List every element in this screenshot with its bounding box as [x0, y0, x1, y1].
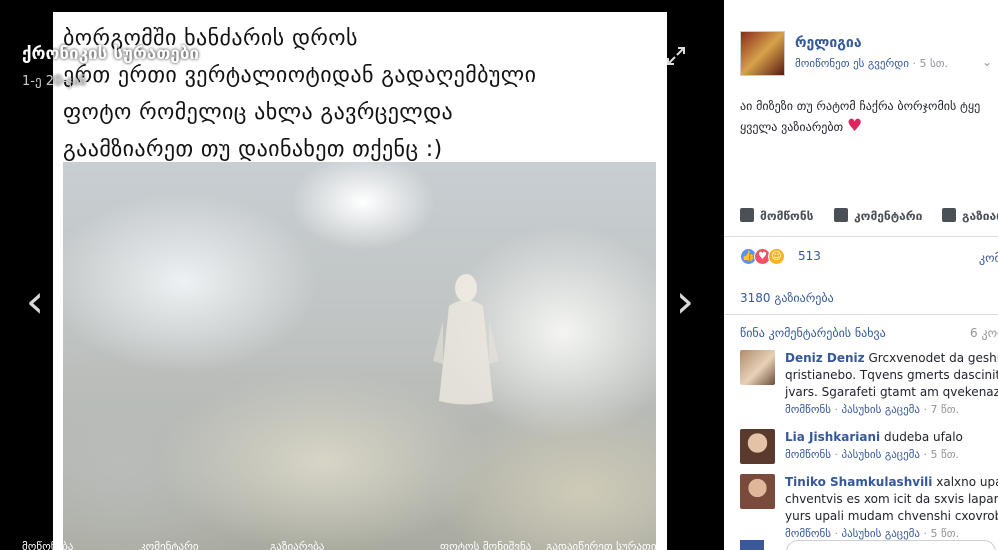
chevron-left-icon[interactable]: ‹: [20, 276, 50, 326]
meta-separator: ·: [912, 57, 916, 70]
comment-like-link[interactable]: მომწონს: [785, 527, 831, 540]
post-text: აი მიზეზი თუ რატომ ჩაქრა ბორჯომის ტყე ყვ…: [740, 96, 998, 137]
clouds-image: [63, 162, 656, 550]
like-label: მომწონს: [760, 209, 814, 223]
expand-icon[interactable]: [665, 45, 687, 67]
photo-comment-button[interactable]: კომენტარი: [140, 540, 199, 550]
share-button[interactable]: გაზიარება: [942, 208, 998, 223]
reaction-count[interactable]: 513: [798, 249, 821, 263]
chevron-right-icon[interactable]: ›: [670, 276, 700, 326]
comment-text: yurs upali mudam chvenshi cxovrobs: [785, 509, 998, 523]
composer-avatar: [740, 540, 764, 550]
comment-button[interactable]: კომენტარი: [834, 208, 922, 223]
commenter-name[interactable]: Lia Jishkariani: [785, 430, 880, 444]
caption-line: ფოტო რომელიც ახლა გავრცელდა: [63, 100, 454, 125]
album-date: 1-ე 20-ჯან: [22, 74, 87, 89]
photo-action-bar: მოწონება კომენტარი გაზიარება ფოტოს მონიშ…: [0, 536, 724, 550]
photo-options-button[interactable]: გადაიწერეთ სურათი: [546, 540, 657, 550]
comment-text: dudeba ufalo: [884, 430, 963, 444]
comment-time[interactable]: 5 წთ.: [931, 448, 960, 461]
page-name[interactable]: რელიგია: [795, 35, 862, 51]
heart-icon: ♥: [847, 116, 863, 136]
comments-count: 6 კომენტარი: [970, 326, 998, 340]
commenter-name[interactable]: Deniz Deniz: [785, 351, 865, 365]
divider: [724, 236, 998, 237]
comment-time[interactable]: 7 წთ.: [931, 403, 960, 416]
tag-photo-button[interactable]: ფოტოს მონიშვნა: [440, 540, 531, 550]
post-meta: მოიწონეთ ეს გვერდი · 5 სთ.: [795, 57, 948, 70]
comment-like-link[interactable]: მომწონს: [785, 403, 831, 416]
comment-text: jvars. Sgarafeti gtamt am qvekenaze: [785, 385, 998, 399]
page-avatar[interactable]: [740, 31, 785, 76]
share-icon: [942, 208, 956, 222]
follow-page-link[interactable]: მოიწონეთ ეს გვერდი: [795, 57, 909, 70]
figure-in-clouds: [433, 274, 499, 405]
comment-icon: [834, 208, 848, 222]
shares-count[interactable]: 3180 გაზიარება: [740, 291, 834, 305]
comment-reply-link[interactable]: პასუხის გაცემა: [841, 403, 920, 416]
comment-text: qristianebo. Tqvens gmerts dascinit da: [785, 368, 998, 382]
comment-text: xalxno upali: [936, 475, 998, 489]
like-button[interactable]: მომწონს: [740, 208, 813, 223]
post-actions: მომწონს კომენტარი გაზიარება: [740, 208, 998, 230]
comment-meta: მომწონს · პასუხის გაცემა · 7 წთ.: [785, 403, 960, 416]
avatar[interactable]: [740, 474, 775, 509]
comment-reply-link[interactable]: პასუხის გაცემა: [841, 448, 920, 461]
post-text-line: აი მიზეზი თუ რატომ ჩაქრა ბორჯომის ტყე: [740, 99, 981, 113]
photo[interactable]: ბორგომში ხანძარის დროს ერთ ერთი ვერტალიო…: [53, 12, 667, 550]
comment-input[interactable]: [786, 540, 996, 550]
comment-like-link[interactable]: მომწონს: [785, 448, 831, 461]
comment-time[interactable]: 5 წთ.: [931, 527, 960, 540]
comment-text: Grcxvenodet da geshinia ara: [868, 351, 998, 365]
photo-share-button[interactable]: გაზიარება: [270, 540, 324, 550]
comment-meta: მომწონს · პასუხის გაცემა · 5 წთ.: [785, 448, 960, 461]
haha-reaction-icon: ☺: [768, 248, 785, 265]
avatar[interactable]: [740, 350, 775, 385]
comment-reply-link[interactable]: პასუხის გაცემა: [841, 527, 920, 540]
photo-like-button[interactable]: მოწონება: [22, 540, 73, 550]
photo-viewer: ბორგომში ხანძარის დროს ერთ ერთი ვერტალიო…: [0, 0, 998, 550]
commenter-name[interactable]: Tiniko Shamkulashvili: [785, 475, 932, 489]
view-previous-comments[interactable]: წინა კომენტარების ნახვა: [740, 326, 886, 340]
share-label: გაზიარება: [962, 209, 998, 223]
chevron-down-icon[interactable]: ⌄: [982, 55, 992, 69]
comment-body: Tiniko Shamkulashvili xalxno upali chven…: [785, 474, 998, 542]
post-text-line: ყველა ვაზიარებთ: [740, 120, 844, 134]
avatar[interactable]: [740, 429, 775, 464]
comment-text: chventvis es xom icit da sxvis laparaki: [785, 492, 998, 506]
comment-body: Lia Jishkariani dudeba ufalo მომწონს · პ…: [785, 429, 998, 463]
thumbs-up-icon: [740, 208, 754, 222]
comment-label: კომენტარი: [854, 209, 923, 223]
post-sidebar: რელიგია მოიწონეთ ეს გვერდი · 5 სთ. ⌄ აი …: [724, 0, 998, 550]
post-time[interactable]: 5 სთ.: [919, 57, 948, 70]
photo-caption: ბორგომში ხანძარის დროს ერთ ერთი ვერტალიო…: [63, 20, 663, 168]
comments-link[interactable]: კომენტარი: [979, 251, 998, 265]
album-title[interactable]: ქრონიკის სურათები: [22, 44, 199, 64]
photo-stage: ბორგომში ხანძარის დროს ერთ ერთი ვერტალიო…: [0, 0, 724, 550]
divider: [724, 314, 998, 315]
comment-body: Deniz Deniz Grcxvenodet da geshinia ara …: [785, 350, 998, 418]
